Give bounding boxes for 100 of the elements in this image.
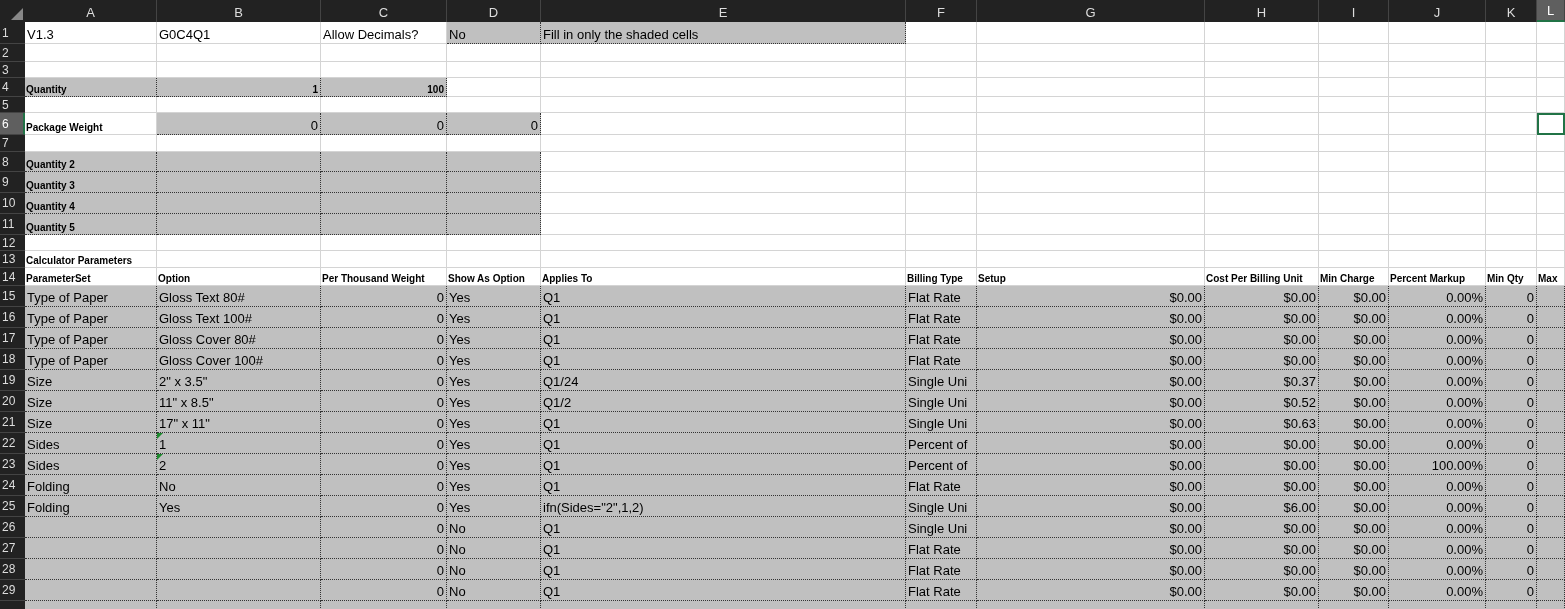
- table-cell[interactable]: 1: [157, 433, 321, 454]
- column-header[interactable]: K: [1486, 0, 1537, 22]
- table-cell[interactable]: $0.00: [1319, 307, 1389, 328]
- table-cell[interactable]: $0.00: [1205, 454, 1319, 475]
- row-header[interactable]: 26: [0, 517, 25, 538]
- row-header[interactable]: 2: [0, 44, 25, 62]
- table-cell[interactable]: $0.00: [1205, 328, 1319, 349]
- table-cell[interactable]: [25, 538, 157, 559]
- table-cell[interactable]: $0.00: [1319, 454, 1389, 475]
- table-cell[interactable]: $0.00: [1319, 538, 1389, 559]
- table-cell[interactable]: $6.00: [1205, 496, 1319, 517]
- table-cell[interactable]: [1537, 307, 1565, 328]
- column-header[interactable]: C: [321, 0, 447, 22]
- table-cell[interactable]: Yes: [447, 496, 541, 517]
- table-cell[interactable]: [1537, 517, 1565, 538]
- table-cell[interactable]: 0: [1486, 370, 1537, 391]
- row-header[interactable]: 5: [0, 97, 25, 113]
- table-cell[interactable]: 0: [1486, 307, 1537, 328]
- table-cell[interactable]: Q1: [541, 307, 906, 328]
- table-cell[interactable]: Flat Rate: [906, 475, 977, 496]
- table-cell[interactable]: 0.00%: [1389, 517, 1486, 538]
- table-cell[interactable]: Flat Rate: [906, 286, 977, 307]
- table-cell[interactable]: Yes: [447, 433, 541, 454]
- table-cell[interactable]: 11" x 8.5": [157, 391, 321, 412]
- table-cell[interactable]: Q1: [541, 580, 906, 601]
- table-cell[interactable]: 0: [321, 328, 447, 349]
- row-header[interactable]: 15: [0, 286, 25, 307]
- table-cell[interactable]: $0.00: [977, 580, 1205, 601]
- table-cell[interactable]: 0.00%: [1389, 475, 1486, 496]
- column-header[interactable]: L: [1537, 0, 1565, 22]
- table-cell[interactable]: 0: [321, 454, 447, 475]
- table-cell[interactable]: $0.00: [1319, 370, 1389, 391]
- table-cell[interactable]: $0.37: [1205, 370, 1319, 391]
- table-cell[interactable]: Yes: [447, 370, 541, 391]
- table-cell[interactable]: [1537, 580, 1565, 601]
- table-cell[interactable]: 0: [321, 496, 447, 517]
- row-header[interactable]: 11: [0, 214, 25, 235]
- table-cell[interactable]: $0.00: [977, 496, 1205, 517]
- table-cell[interactable]: $0.00: [977, 433, 1205, 454]
- row-header[interactable]: 22: [0, 433, 25, 454]
- table-cell[interactable]: Quantity 5: [25, 214, 157, 235]
- table-cell[interactable]: 0: [1486, 328, 1537, 349]
- table-cell[interactable]: V1.3: [25, 22, 157, 44]
- table-cell[interactable]: No: [447, 517, 541, 538]
- table-cell[interactable]: 0: [1486, 496, 1537, 517]
- table-cell[interactable]: Q1/24: [541, 370, 906, 391]
- table-cell[interactable]: Sides: [25, 454, 157, 475]
- row-header[interactable]: 28: [0, 559, 25, 580]
- row-header[interactable]: 13: [0, 251, 25, 268]
- table-cell[interactable]: $0.00: [1205, 433, 1319, 454]
- table-cell[interactable]: Q1: [541, 349, 906, 370]
- table-cell[interactable]: 0.00%: [1389, 328, 1486, 349]
- table-cell[interactable]: $0.00: [977, 328, 1205, 349]
- row-header[interactable]: 8: [0, 152, 25, 172]
- table-cell[interactable]: Yes: [447, 349, 541, 370]
- table-cell[interactable]: 0: [321, 538, 447, 559]
- table-cell[interactable]: 0: [447, 113, 541, 135]
- table-cell[interactable]: Fill in only the shaded cells: [541, 22, 906, 44]
- table-cell[interactable]: Yes: [447, 454, 541, 475]
- row-header[interactable]: 16: [0, 307, 25, 328]
- table-cell[interactable]: [1537, 454, 1565, 475]
- table-cell[interactable]: 0.00%: [1389, 580, 1486, 601]
- table-cell[interactable]: 0: [321, 559, 447, 580]
- table-cell[interactable]: Quantity 4: [25, 193, 157, 214]
- table-cell[interactable]: Quantity 3: [25, 172, 157, 193]
- table-cell[interactable]: $0.00: [1319, 286, 1389, 307]
- table-cell[interactable]: No: [447, 580, 541, 601]
- row-header[interactable]: 3: [0, 62, 25, 78]
- table-cell[interactable]: 0: [321, 412, 447, 433]
- table-cell[interactable]: No: [447, 538, 541, 559]
- table-cell[interactable]: $0.00: [1319, 580, 1389, 601]
- table-cell[interactable]: [157, 517, 321, 538]
- column-header[interactable]: A: [25, 0, 157, 22]
- table-cell[interactable]: 0: [321, 349, 447, 370]
- row-header[interactable]: 1: [0, 22, 25, 44]
- table-cell[interactable]: $0.00: [977, 454, 1205, 475]
- column-header[interactable]: H: [1205, 0, 1319, 22]
- table-cell[interactable]: [321, 214, 447, 235]
- table-cell[interactable]: Flat Rate: [906, 538, 977, 559]
- table-cell[interactable]: 0.00%: [1389, 433, 1486, 454]
- row-header[interactable]: 12: [0, 235, 25, 251]
- table-cell[interactable]: [321, 172, 447, 193]
- table-cell[interactable]: $0.00: [1319, 517, 1389, 538]
- table-cell[interactable]: $0.00: [1205, 559, 1319, 580]
- table-cell[interactable]: [447, 193, 541, 214]
- table-cell[interactable]: Single Uni: [906, 412, 977, 433]
- table-cell[interactable]: $0.63: [1205, 412, 1319, 433]
- table-cell[interactable]: [447, 214, 541, 235]
- table-cell[interactable]: $0.00: [1319, 391, 1389, 412]
- table-cell[interactable]: $0.00: [977, 370, 1205, 391]
- table-cell[interactable]: $0.00: [1319, 412, 1389, 433]
- table-cell[interactable]: 0: [157, 113, 321, 135]
- table-cell[interactable]: [1537, 349, 1565, 370]
- column-header[interactable]: B: [157, 0, 321, 22]
- row-header[interactable]: 10: [0, 193, 25, 214]
- table-cell[interactable]: [25, 559, 157, 580]
- table-cell[interactable]: $0.00: [1205, 286, 1319, 307]
- table-cell[interactable]: Single Uni: [906, 496, 977, 517]
- column-header[interactable]: F: [906, 0, 977, 22]
- table-cell[interactable]: Yes: [447, 412, 541, 433]
